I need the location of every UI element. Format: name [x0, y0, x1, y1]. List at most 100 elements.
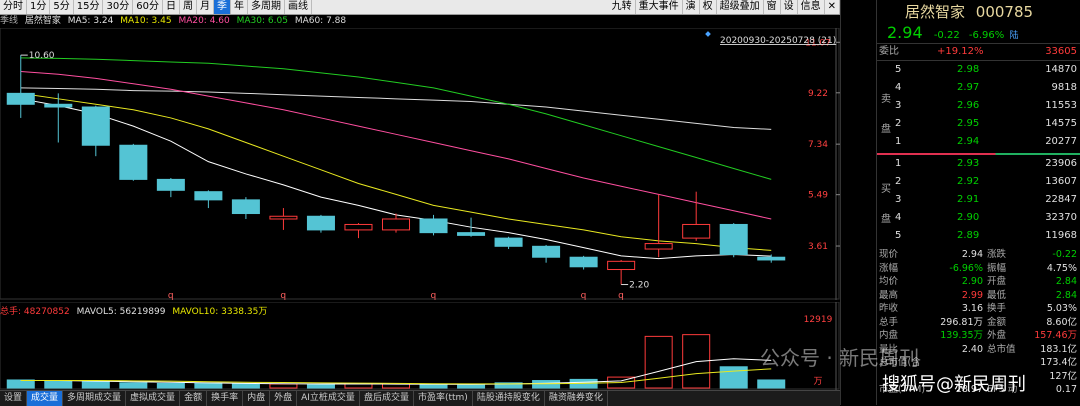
stat-value-1: 296.81万 — [940, 316, 983, 328]
period-toolbar: 分时 1分 5分 15分 30分 60分日周月季年多周期 画线 九转 重大事件演权超级叠加窗设信… — [0, 0, 840, 15]
candle-body[interactable] — [644, 243, 673, 250]
tool-button-4[interactable]: 超级叠加 — [717, 0, 764, 14]
volume-bar[interactable] — [757, 379, 786, 389]
date-range-label[interactable]: 20200930-20250728 (21) — [720, 36, 836, 46]
period-tab-11[interactable]: 多周期 — [248, 0, 285, 14]
stat-key-1: 最高 — [879, 289, 899, 301]
volume-bar[interactable] — [344, 383, 373, 389]
candle-body[interactable] — [419, 218, 448, 234]
period-tab-0[interactable]: 分时 — [0, 0, 27, 14]
stat-value-2: 157.46万 — [1034, 330, 1077, 341]
period-tab-4[interactable]: 30分 — [103, 0, 134, 14]
candle-body[interactable] — [569, 256, 598, 268]
volume-bar[interactable] — [457, 384, 486, 389]
tool-button-5[interactable]: 窗 — [764, 0, 781, 14]
bid-level: 4 — [895, 212, 902, 223]
volume-bar[interactable] — [6, 379, 35, 389]
indicator-tab-4[interactable]: 金额 — [180, 391, 208, 406]
stat-key-1: 内盘 — [879, 330, 899, 341]
indicator-tab-7[interactable]: 外盘 — [270, 391, 298, 406]
indicator-tab-2[interactable]: 多周期成交量 — [63, 391, 127, 406]
indicator-tab-8[interactable]: AI立桩成交量 — [297, 391, 360, 406]
stat-value-2: 2.84 — [1055, 276, 1077, 287]
volume-bar[interactable] — [119, 382, 148, 389]
period-tab-10[interactable]: 年 — [231, 0, 248, 14]
indicator-tab-3[interactable]: 虚拟成交量 — [126, 391, 181, 406]
period-tab-5[interactable]: 60分 — [133, 0, 163, 14]
tool-button-2[interactable]: 演 — [683, 0, 700, 14]
stat-value-1: 2.90 — [961, 276, 983, 287]
candle-body[interactable] — [306, 215, 335, 231]
candle-body[interactable] — [119, 144, 148, 180]
indicator-tab-0[interactable]: 设置 — [0, 391, 28, 406]
period-tab-3[interactable]: 15分 — [74, 0, 104, 14]
candle-body[interactable] — [156, 178, 185, 191]
quote-flag: 陆 — [1009, 31, 1019, 41]
ask-row: 3 2.96 11553 — [877, 98, 1080, 114]
stat-value-2: 0.17 — [1055, 384, 1077, 395]
period-tab-6[interactable]: 日 — [163, 0, 180, 14]
buy-side-char-1: 买 — [881, 184, 891, 195]
candle-body[interactable] — [757, 256, 786, 261]
volume-bar[interactable] — [81, 381, 110, 389]
ma5-label: MA5: 3.24 — [67, 16, 114, 26]
candlestick-chart[interactable]: 11.079.227.345.493.6110.602.2020200930-2… — [0, 28, 840, 300]
volume-bar[interactable] — [269, 383, 298, 389]
tool-button-1[interactable]: 重大事件 — [636, 0, 683, 14]
volume-chart[interactable]: 12919 万 — [0, 302, 840, 390]
volume-bar[interactable] — [306, 384, 335, 389]
volume-bar[interactable] — [44, 380, 73, 389]
volume-bar[interactable] — [719, 366, 748, 389]
candle-body[interactable] — [494, 237, 523, 247]
bid-level: 3 — [895, 194, 902, 205]
period-tab-7[interactable]: 周 — [180, 0, 197, 14]
volume-bar[interactable] — [156, 382, 185, 389]
ask-volume: 14870 — [1045, 64, 1077, 75]
period-tab-9[interactable]: 季 — [213, 0, 231, 14]
volume-bar[interactable] — [419, 384, 448, 389]
tool-button-3[interactable]: 权 — [700, 0, 717, 14]
period-tab-12[interactable]: 画线 — [285, 0, 312, 14]
candle-body[interactable] — [381, 218, 411, 231]
period-tab-1[interactable]: 1分 — [27, 0, 51, 14]
candle-body[interactable] — [457, 232, 486, 236]
volume-bar[interactable] — [194, 382, 223, 389]
ask-level: 2 — [895, 118, 902, 129]
indicator-tab-10[interactable]: 市盈率(ttm) — [414, 391, 473, 406]
indicator-tab-12[interactable]: 融资融券变化 — [545, 391, 608, 406]
stat-row: 内盘 139.35万 外盘 157.46万 — [877, 329, 1080, 342]
candle-body[interactable] — [231, 199, 260, 215]
candle-body[interactable] — [6, 92, 35, 105]
tool-button-7[interactable]: 信息 — [798, 0, 825, 14]
stat-value-2: 5.03% — [1046, 303, 1077, 314]
volume-bar[interactable] — [532, 380, 561, 389]
period-tab-2[interactable]: 5分 — [50, 0, 74, 14]
candle-body[interactable] — [269, 215, 298, 220]
candle-body[interactable] — [719, 223, 748, 255]
indicator-tab-6[interactable]: 内盘 — [243, 391, 271, 406]
indicator-tab-5[interactable]: 换手率 — [207, 391, 244, 406]
bid-volume: 11968 — [1045, 230, 1077, 241]
candle-body[interactable] — [532, 245, 561, 258]
tool-button-6[interactable]: 设 — [781, 0, 798, 14]
period-tab-8[interactable]: 月 — [197, 0, 214, 14]
stat-key-2: 最低 — [987, 289, 1007, 301]
tool-button-8[interactable]: ✕ — [825, 0, 840, 14]
indicator-tab-11[interactable]: 陆股通持股变化 — [473, 391, 545, 406]
volume-bar[interactable] — [644, 335, 673, 389]
candle-body[interactable] — [682, 223, 711, 239]
indicator-tab-9[interactable]: 盘后成交量 — [360, 391, 414, 406]
book-separator — [877, 153, 1080, 155]
high-label: 10.60 — [29, 51, 55, 61]
stat-row: 涨幅 -6.96% 振幅 4.75% — [877, 262, 1080, 275]
volume-bar[interactable] — [231, 383, 260, 389]
candle-body[interactable] — [344, 223, 373, 231]
candle-body[interactable] — [44, 103, 73, 108]
tool-button-0[interactable]: 九转 — [609, 0, 636, 14]
indicator-tab-1[interactable]: 成交量 — [27, 391, 64, 406]
y-tick-label: 7.34 — [808, 140, 828, 150]
candle-body[interactable] — [607, 260, 636, 271]
candle-body[interactable] — [194, 191, 223, 201]
wechat-watermark: 公众号 · 新民周刊 — [760, 346, 920, 370]
candle-body[interactable] — [81, 106, 110, 146]
